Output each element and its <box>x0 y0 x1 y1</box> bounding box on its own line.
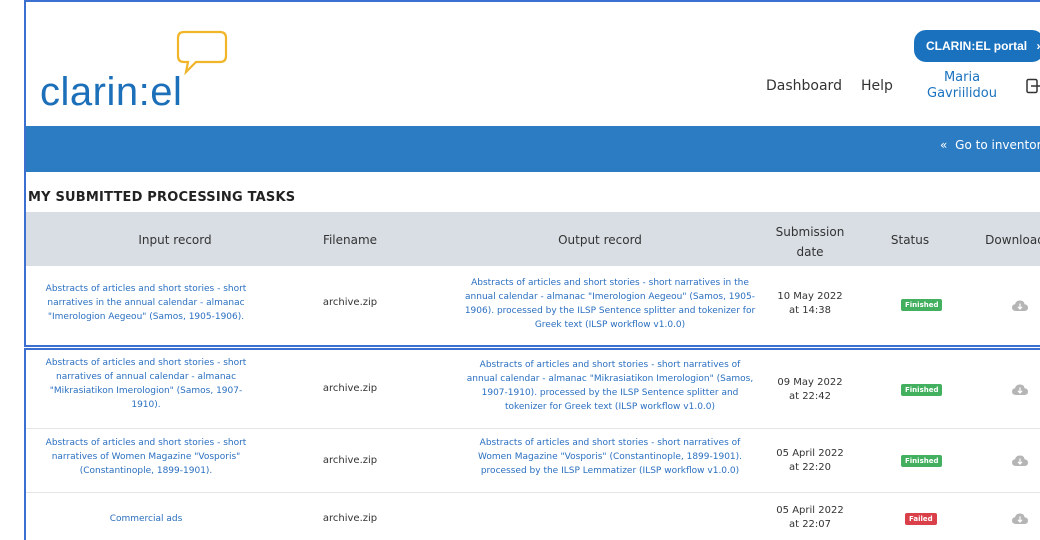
text-line: Abstracts of articles and short stories … <box>45 438 247 448</box>
text-line: Commercial ads <box>109 514 183 524</box>
text-line: 10 May 2022 <box>777 291 843 302</box>
column-header-status[interactable]: Status <box>880 232 940 248</box>
row2-submission-date: 09 May 2022 at 22:42 <box>770 376 850 404</box>
text-line: processed by the ILSP Lemmatizer (ILSP w… <box>480 466 740 476</box>
row4-filename: archive.zip <box>322 513 378 524</box>
nav-help[interactable]: Help <box>861 78 893 94</box>
row2-output-record[interactable]: Abstracts of articles and short stories … <box>460 358 760 414</box>
text-line: annual calendar - almanac "Imerologion A… <box>465 292 755 302</box>
column-header-filename[interactable]: Filename <box>300 232 400 248</box>
text-line: Greek text (ILSP workflow v1.0.0) <box>534 320 686 330</box>
text-line: narratives of annual calendar - almanac <box>55 372 237 382</box>
cloud-download-icon[interactable] <box>1012 513 1028 525</box>
row4-input-record[interactable]: Commercial ads <box>36 512 256 526</box>
row-divider <box>26 428 1040 429</box>
text-line: Abstracts of articles and short stories … <box>479 360 741 370</box>
row1-submission-date: 10 May 2022 at 14:38 <box>770 290 850 318</box>
text-line: 05 April 2022 <box>776 505 844 516</box>
row3-output-record[interactable]: Abstracts of articles and short stories … <box>460 436 760 478</box>
text-line: Abstracts of articles and short stories … <box>45 284 247 294</box>
column-header-date-line2: date <box>796 245 824 259</box>
text-line: narratives in the annual calendar - alma… <box>47 298 245 308</box>
chevron-right-icon: › <box>1036 39 1040 53</box>
text-line: 05 April 2022 <box>776 448 844 459</box>
cloud-download-icon[interactable] <box>1012 384 1028 396</box>
text-line: "Mikrasiatikon Imerologion" (Samos, 1907… <box>49 386 243 396</box>
user-first-name: Maria <box>943 70 981 85</box>
row3-submission-date: 05 April 2022 at 22:20 <box>770 447 850 475</box>
text-line: tokenizer for Greek text (ILSP workflow … <box>504 402 716 412</box>
row1-input-record[interactable]: Abstracts of articles and short stories … <box>36 282 256 324</box>
column-header-date[interactable]: Submission date <box>770 224 850 260</box>
go-to-inventory-link[interactable]: « Go to inventory <box>940 138 1040 152</box>
user-last-name: Gavriilidou <box>927 86 997 101</box>
double-chevron-left-icon: « <box>940 138 948 152</box>
row1-filename: archive.zip <box>322 297 378 308</box>
nav-dashboard[interactable]: Dashboard <box>766 78 842 94</box>
go-to-inventory-label: Go to inventory <box>955 138 1040 152</box>
text-line: narratives of Women Magazine "Vosporis" <box>51 452 241 462</box>
text-line: Abstracts of articles and short stories … <box>45 358 247 368</box>
text-line: 1910). <box>131 400 161 410</box>
text-line: 09 May 2022 <box>777 377 843 388</box>
row3-input-record[interactable]: Abstracts of articles and short stories … <box>36 436 256 478</box>
column-header-date-line1: Submission <box>775 225 845 239</box>
column-header-input[interactable]: Input record <box>100 232 250 248</box>
speech-bubble-icon <box>176 30 228 76</box>
clarin-logo[interactable]: clarin:el <box>40 70 182 115</box>
text-line: 1907-1910). processed by the ILSP Senten… <box>481 388 739 398</box>
text-line: at 22:20 <box>788 462 832 473</box>
portal-button-label: CLARIN:EL portal <box>926 39 1028 53</box>
row3-filename: archive.zip <box>322 455 378 466</box>
text-line: Women Magazine "Vosporis" (Constantinopl… <box>477 452 743 462</box>
column-header-output[interactable]: Output record <box>520 232 680 248</box>
text-line: annual calendar - almanac "Mikrasiatikon… <box>466 374 754 384</box>
cloud-download-icon[interactable] <box>1012 300 1028 312</box>
user-menu[interactable]: Maria Gavriilidou <box>920 70 1004 102</box>
text-line: at 14:38 <box>788 305 832 316</box>
status-badge: Finished <box>901 384 943 396</box>
text-line: "Imerologion Aegeou" (Samos, 1905-1906). <box>47 312 245 322</box>
page-title: MY SUBMITTED PROCESSING TASKS <box>28 190 296 205</box>
row-divider <box>26 492 1040 493</box>
text-line: at 22:42 <box>788 391 832 402</box>
status-badge: Finished <box>901 455 943 467</box>
row2-input-record[interactable]: Abstracts of articles and short stories … <box>36 356 256 412</box>
logout-icon[interactable] <box>1026 78 1040 94</box>
text-line: Abstracts of articles and short stories … <box>479 438 741 448</box>
row1-output-record[interactable]: Abstracts of articles and short stories … <box>460 276 760 332</box>
text-line: 1906). processed by the ILSP Sentence sp… <box>464 306 756 316</box>
top-action-bar <box>26 126 1040 172</box>
row4-submission-date: 05 April 2022 at 22:07 <box>770 504 850 532</box>
text-line: (Constantinople, 1899-1901). <box>79 466 213 476</box>
portal-button[interactable]: CLARIN:EL portal › <box>914 30 1040 62</box>
status-badge: Finished <box>901 299 943 311</box>
cloud-download-icon[interactable] <box>1012 455 1028 467</box>
text-line: Abstracts of articles and short stories … <box>471 278 749 288</box>
column-header-download[interactable]: Download <box>980 232 1040 248</box>
row2-filename: archive.zip <box>322 383 378 394</box>
text-line: at 22:07 <box>788 519 832 530</box>
status-badge: Failed <box>905 513 937 525</box>
